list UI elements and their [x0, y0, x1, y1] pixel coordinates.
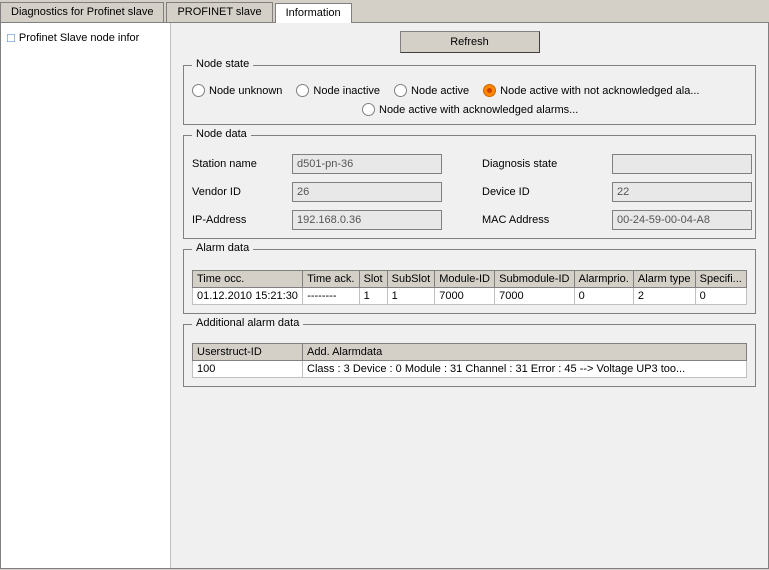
ip-address-input[interactable]	[292, 210, 442, 230]
radio-circle-unknown	[192, 84, 205, 97]
node-state-options: Node unknown Node inactive Node active N…	[192, 74, 747, 116]
sidebar-item-node[interactable]: □ Profinet Slave node infor	[1, 27, 170, 48]
add-alarm-header: Userstruct-ID Add. Alarmdata	[193, 344, 747, 361]
alarm-data-box: Alarm data Time occ. Time ack. Slot SubS…	[183, 249, 756, 314]
alarm-cell-submodule-id: 7000	[495, 288, 575, 305]
mac-address-label: MAC Address	[482, 214, 612, 226]
alarm-cell-module-id: 7000	[435, 288, 495, 305]
device-id-label: Device ID	[482, 186, 612, 198]
vendor-id-input[interactable]	[292, 182, 442, 202]
alarm-data-legend: Alarm data	[192, 242, 253, 254]
radio-node-active[interactable]: Node active	[394, 84, 469, 97]
add-alarm-row: 100 Class : 3 Device : 0 Module : 31 Cha…	[193, 361, 747, 378]
radio-node-inactive[interactable]: Node inactive	[296, 84, 380, 97]
station-name-label: Station name	[192, 158, 292, 170]
alarm-cell-specific: 0	[695, 288, 746, 305]
add-alarm-cell-userstruct: 100	[193, 361, 303, 378]
node-data-legend: Node data	[192, 128, 251, 140]
alarm-col-submodule-id: Submodule-ID	[495, 271, 575, 288]
radio-circle-active-not-ack	[483, 84, 496, 97]
add-alarm-col-userstruct: Userstruct-ID	[193, 344, 303, 361]
station-name-input[interactable]	[292, 154, 442, 174]
sidebar-item-label: Profinet Slave node infor	[19, 32, 139, 44]
additional-alarm-table: Userstruct-ID Add. Alarmdata 100 Class :…	[192, 343, 747, 378]
diagnosis-state-input[interactable]	[612, 154, 752, 174]
alarm-col-slot: Slot	[359, 271, 387, 288]
alarm-col-time-ack: Time ack.	[303, 271, 359, 288]
alarm-cell-alarm-type: 2	[633, 288, 695, 305]
alarm-col-alarm-type: Alarm type	[633, 271, 695, 288]
content-area: Refresh Node state Node unknown Node ina…	[171, 23, 768, 568]
alarm-col-specific: Specifi...	[695, 271, 746, 288]
add-alarm-col-data: Add. Alarmdata	[303, 344, 747, 361]
alarm-data-content: Time occ. Time ack. Slot SubSlot Module-…	[192, 258, 747, 305]
alarm-table-row: 01.12.2010 15:21:30 -------- 1 1 7000 70…	[193, 288, 747, 305]
alarm-col-time-occ: Time occ.	[193, 271, 303, 288]
alarm-col-subslot: SubSlot	[387, 271, 435, 288]
additional-alarm-legend: Additional alarm data	[192, 317, 303, 329]
mac-address-input[interactable]	[612, 210, 752, 230]
alarm-cell-alarmprio: 0	[574, 288, 633, 305]
radio-node-active-not-ack[interactable]: Node active with not acknowledged ala...	[483, 84, 699, 97]
radio-label-active-not-ack: Node active with not acknowledged ala...	[500, 85, 699, 97]
radio-circle-active	[394, 84, 407, 97]
tab-bar: Diagnostics for Profinet slave PROFINET …	[0, 0, 769, 23]
vendor-id-label: Vendor ID	[192, 186, 292, 198]
alarm-cell-slot: 1	[359, 288, 387, 305]
node-data-box: Node data Station name Diagnosis state V…	[183, 135, 756, 239]
radio-circle-active-ack	[362, 103, 375, 116]
device-id-input[interactable]	[612, 182, 752, 202]
alarm-cell-subslot: 1	[387, 288, 435, 305]
add-alarm-cell-data: Class : 3 Device : 0 Module : 31 Channel…	[303, 361, 747, 378]
diagnosis-state-label: Diagnosis state	[482, 158, 612, 170]
alarm-table-header: Time occ. Time ack. Slot SubSlot Module-…	[193, 271, 747, 288]
tab-diagnostics[interactable]: Diagnostics for Profinet slave	[0, 2, 164, 22]
node-state-legend: Node state	[192, 58, 253, 70]
radio-circle-inactive	[296, 84, 309, 97]
node-icon: □	[7, 30, 15, 45]
node-state-box: Node state Node unknown Node inactive No…	[183, 65, 756, 125]
refresh-button[interactable]: Refresh	[400, 31, 540, 53]
radio-label-active: Node active	[411, 85, 469, 97]
additional-alarm-data-box: Additional alarm data Userstruct-ID Add.…	[183, 324, 756, 387]
main-content: □ Profinet Slave node infor Refresh Node…	[0, 23, 769, 569]
radio-label-active-ack: Node active with acknowledged alarms...	[379, 104, 578, 116]
radio-node-unknown[interactable]: Node unknown	[192, 84, 282, 97]
alarm-col-alarmprio: Alarmprio.	[574, 271, 633, 288]
radio-label-inactive: Node inactive	[313, 85, 380, 97]
alarm-col-module-id: Module-ID	[435, 271, 495, 288]
tab-profinet-slave[interactable]: PROFINET slave	[166, 2, 272, 22]
radio-label-unknown: Node unknown	[209, 85, 282, 97]
sidebar: □ Profinet Slave node infor	[1, 23, 171, 568]
alarm-table: Time occ. Time ack. Slot SubSlot Module-…	[192, 270, 747, 305]
alarm-cell-time-ack: --------	[303, 288, 359, 305]
tab-information[interactable]: Information	[275, 3, 352, 23]
alarm-cell-time-occ: 01.12.2010 15:21:30	[193, 288, 303, 305]
radio-node-active-ack[interactable]: Node active with acknowledged alarms...	[362, 103, 578, 116]
ip-address-label: IP-Address	[192, 214, 292, 226]
refresh-row: Refresh	[183, 31, 756, 53]
